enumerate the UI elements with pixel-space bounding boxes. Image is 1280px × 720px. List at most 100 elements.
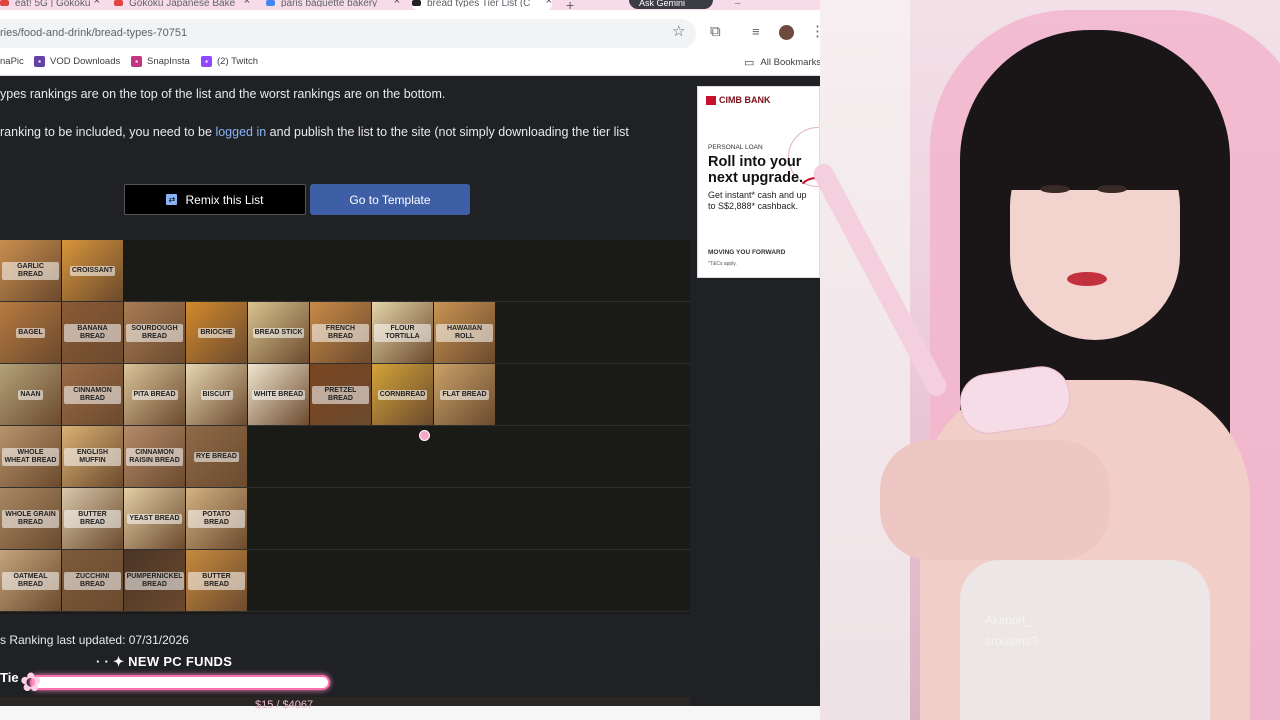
url-text[interactable]: ries/food-and-drink/bread-types-70751 <box>0 27 187 39</box>
tab-favicon <box>266 0 275 6</box>
bread-tile[interactable]: Pretzel Bread <box>310 364 371 425</box>
tab-paris-baguette[interactable]: paris baguette bakery × <box>266 0 400 10</box>
cimb-advertisement[interactable]: CIMB BANK PERSONAL LOAN Roll into your n… <box>697 86 820 278</box>
ad-footer: MOVING YOU FORWARD <box>708 249 786 256</box>
bread-tile[interactable]: Whole Grain Bread <box>0 488 61 549</box>
page-content: ypes rankings are on the top of the list… <box>0 77 820 720</box>
streamer-hands <box>880 440 1110 560</box>
bread-tile[interactable]: Garlic Bread <box>0 240 61 301</box>
chat-line: Akimprl_ <box>985 613 1032 627</box>
window-controls[interactable]: –□✕ <box>735 0 820 10</box>
tab-favicon <box>412 0 421 6</box>
funds-progress-track <box>30 675 330 690</box>
tab-title: paris baguette bakery <box>281 0 378 7</box>
cimb-logo-icon <box>706 95 716 105</box>
chat-overlay-faint: Akimprl_ croutons? <box>985 610 1038 652</box>
bread-tile[interactable]: Butter Bread <box>62 488 123 549</box>
bread-tile[interactable]: Naan <box>0 364 61 425</box>
bread-tile[interactable]: Flour Tortilla <box>372 302 433 363</box>
bread-label: Pumpernickel Bread <box>124 571 185 590</box>
bread-tile[interactable]: Bagel <box>0 302 61 363</box>
tab-bread-types[interactable]: bread types Tier List (C × <box>412 0 552 10</box>
intro-text: ypes rankings are on the top of the list… <box>0 87 446 101</box>
tier-board: Garlic Bread Croissant Bagel Banana Bread So… <box>0 240 690 614</box>
bookmark-label: naPic <box>0 56 24 67</box>
tab-gokoku-bakery[interactable]: Gokoku Japanese Bake × <box>114 0 250 10</box>
bread-tile[interactable]: Pumpernickel Bread <box>124 550 185 611</box>
star-icon[interactable]: ☆ <box>672 24 685 39</box>
bread-label: White Bread <box>251 389 306 400</box>
bread-tile[interactable]: Butter Bread <box>186 550 247 611</box>
mouse-cursor <box>419 430 430 441</box>
funds-title: · · ✦ NEW PC FUNDS <box>96 654 233 669</box>
bread-label: Naan <box>18 389 43 400</box>
address-bar[interactable]: ries/food-and-drink/bread-types-70751 <box>0 19 696 49</box>
bread-label: Pita Bread <box>131 389 178 400</box>
go-to-template-button[interactable]: Go to Template <box>310 184 470 215</box>
chat-line: croutons? <box>985 634 1038 648</box>
bread-tile[interactable]: Brioche <box>186 302 247 363</box>
logged-in-link[interactable]: logged in <box>215 125 266 139</box>
bread-tile[interactable]: Biscuit <box>186 364 247 425</box>
bookmark-snapinsta[interactable]: ▪ SnapInsta <box>131 56 190 67</box>
extensions-icon[interactable]: ⧉ <box>710 24 721 39</box>
bread-label: Flat Bread <box>440 389 489 400</box>
bread-tile[interactable]: Rye Bread <box>186 426 247 487</box>
bread-tile[interactable]: Potato Bread <box>186 488 247 549</box>
ad-brand: CIMB BANK <box>719 95 771 105</box>
bread-label: Potato Bread <box>188 509 245 528</box>
ad-subtitle: PERSONAL LOAN <box>708 144 763 151</box>
bread-label: Cinnamon Bread <box>64 385 121 404</box>
bread-tile[interactable]: Bread Stick <box>248 302 309 363</box>
close-icon[interactable]: × <box>94 0 100 7</box>
bread-label: Whole Wheat Bread <box>2 447 59 466</box>
ask-gemini-button[interactable]: Ask Gemini <box>629 0 713 9</box>
bread-label: Biscuit <box>200 389 233 400</box>
bread-tile[interactable]: Hawaiian Roll <box>434 302 495 363</box>
bread-tile[interactable]: Oatmeal Bread <box>0 550 61 611</box>
bread-tile[interactable]: Flat Bread <box>434 364 495 425</box>
bread-label: Hawaiian Roll <box>436 323 493 342</box>
bread-tile[interactable]: Sourdough Bread <box>124 302 185 363</box>
bread-tile[interactable]: French Bread <box>310 302 371 363</box>
bread-tile[interactable]: English Muffin <box>62 426 123 487</box>
bread-tile[interactable]: Cinnamon Bread <box>62 364 123 425</box>
bread-tile[interactable]: Zucchini Bread <box>62 550 123 611</box>
close-icon[interactable]: × <box>546 0 552 7</box>
profile-avatar[interactable] <box>779 25 794 40</box>
screen: eat! 5G | Gokoku × Gokoku Japanese Bake … <box>0 0 1280 720</box>
bread-tile[interactable]: Yeast Bread <box>124 488 185 549</box>
media-controls-icon[interactable]: ≡ <box>752 24 760 39</box>
bread-label: English Muffin <box>64 447 121 466</box>
folder-icon: ▭ <box>744 57 755 69</box>
streamer-eye-left <box>1040 185 1070 193</box>
menu-icon[interactable]: ⋮ <box>810 24 820 39</box>
login-note-suffix: and publish the list to the site (not si… <box>266 125 629 139</box>
close-icon[interactable]: × <box>394 0 400 7</box>
ad-body: Get instant* cash and up to S$2,888* cas… <box>708 190 807 211</box>
tab-favicon <box>0 0 9 6</box>
bread-tile[interactable]: Cornbread <box>372 364 433 425</box>
bread-tile[interactable]: Pita Bread <box>124 364 185 425</box>
bread-tile[interactable]: Croissant <box>62 240 123 301</box>
tab-gokoku-5g[interactable]: eat! 5G | Gokoku × <box>0 0 100 10</box>
bread-tile[interactable]: White Bread <box>248 364 309 425</box>
bread-tile[interactable]: Banana Bread <box>62 302 123 363</box>
new-pc-funds-goal: · · ✦ NEW PC FUNDS ✿ $15 / $4067 <box>0 654 340 720</box>
bread-label: Pretzel Bread <box>312 385 369 404</box>
browser-toolbar: ries/food-and-drink/bread-types-70751 ☆ … <box>0 10 820 49</box>
new-tab-button[interactable]: + <box>566 0 574 10</box>
snapinsta-icon: ▪ <box>131 56 142 67</box>
bookmark-label: SnapInsta <box>147 56 190 67</box>
bread-label: Cornbread <box>377 389 428 400</box>
bookmark-napic[interactable]: naPic <box>0 56 24 67</box>
remix-list-button[interactable]: ⇄ Remix this List <box>124 184 306 215</box>
bread-tile[interactable]: Whole Wheat Bread <box>0 426 61 487</box>
bread-label: Bagel <box>16 327 45 338</box>
close-icon[interactable]: × <box>244 0 250 7</box>
bookmark-vod-downloads[interactable]: ▪ VOD Downloads <box>34 56 120 67</box>
all-bookmarks[interactable]: ▭ All Bookmarks <box>744 56 820 69</box>
bookmark-twitch[interactable]: ▪ (2) Twitch <box>201 56 258 67</box>
bread-tile[interactable]: Cinnamon Raisin Bread <box>124 426 185 487</box>
bread-label: Yeast Bread <box>127 513 182 524</box>
